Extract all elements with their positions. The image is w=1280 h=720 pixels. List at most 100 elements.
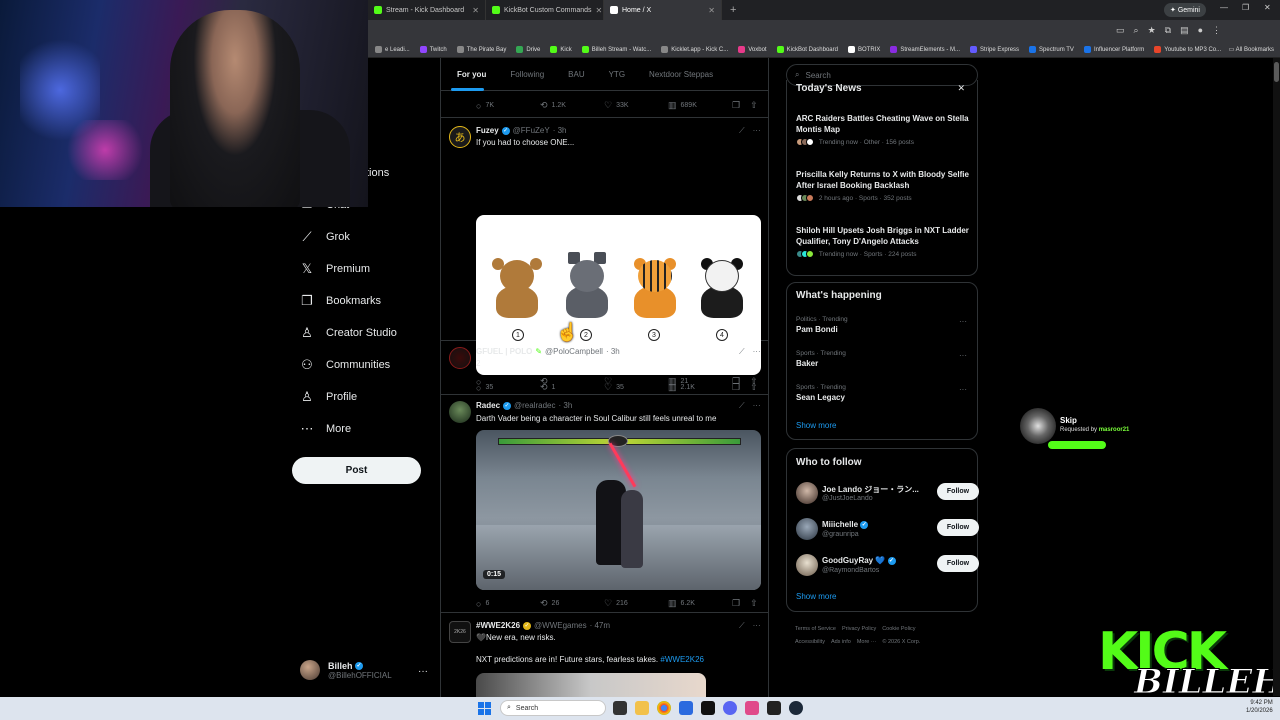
bookmark-item[interactable]: Twitch — [415, 46, 452, 53]
browser-tab-kickbot-commands[interactable]: KickBot Custom Commands ✕ — [486, 0, 604, 20]
bookmark-item[interactable]: KickBot Dashboard — [772, 46, 843, 53]
grok-icon[interactable]: ⟋ — [739, 126, 745, 136]
windows-start-icon[interactable] — [478, 702, 491, 715]
news-item[interactable]: ARC Raiders Battles Cheating Wave on Ste… — [796, 113, 974, 146]
scrollbar-thumb[interactable] — [1274, 62, 1279, 82]
bookmark-item[interactable]: StreamElements - M... — [885, 46, 965, 53]
grok-icon[interactable]: ⟋ — [739, 401, 745, 411]
zoom-icon[interactable]: ⌕ — [1134, 25, 1139, 36]
tweet-polo[interactable]: GFUEL | POLO ✎ @PoloCampbell · 3h ⟋ ··· 2… — [441, 341, 768, 395]
bookmark-item[interactable]: The Pirate Bay — [452, 46, 512, 53]
like-button[interactable]: ♡ — [604, 376, 668, 387]
tab-for-you[interactable]: For you — [441, 58, 494, 91]
minimize-icon[interactable]: — — [1220, 3, 1228, 12]
nav-grok[interactable]: ⟋ Grok — [300, 229, 349, 244]
taskbar-clock[interactable]: 9:42 PM 1/20/2026 — [1246, 699, 1273, 715]
steam-icon[interactable] — [789, 701, 803, 715]
nav-more[interactable]: ⋯ More — [300, 421, 352, 436]
grok-icon[interactable]: ⟋ — [739, 621, 745, 631]
tweet-wwe2k26[interactable]: 2K26 #WWE2K26 ✓ @WWEgames · 47m ⟋ ··· 🖤Ne… — [441, 613, 768, 698]
bookmark-item[interactable]: BOTRIX — [843, 46, 885, 53]
follow-suggestion[interactable]: Joe Lando ジョー・ラン... @JustJoeLando Follow — [796, 482, 979, 506]
scrollbar[interactable] — [1273, 58, 1280, 696]
bookmark-item[interactable]: Youtube to MP3 Co... — [1149, 46, 1226, 53]
bookmark-item[interactable]: Billeh Stream - Watc... — [577, 46, 656, 53]
nav-bookmarks[interactable]: ❐ Bookmarks — [300, 293, 381, 308]
more-options-icon[interactable]: ··· — [753, 347, 761, 357]
share-button[interactable]: ⇧ — [750, 376, 758, 387]
follow-suggestion[interactable]: GoodGuyRay 💙 ✓ @RaymondBartos Follow — [796, 554, 979, 578]
news-item[interactable]: Shiloh Hill Upsets Josh Briggs in NXT La… — [796, 225, 974, 258]
bookmark-item[interactable]: Stripe Express — [965, 46, 1024, 53]
bookmark-button[interactable]: ❐ — [732, 598, 740, 609]
chrome-icon[interactable] — [657, 701, 671, 715]
close-icon[interactable]: ✕ — [957, 83, 965, 94]
like-button[interactable]: ♡ 33K — [604, 100, 668, 111]
all-bookmarks-button[interactable]: ▭ All Bookmarks — [1229, 46, 1274, 53]
share-button[interactable]: ⇧ — [750, 598, 758, 609]
more-options-icon[interactable]: ··· — [753, 401, 761, 411]
app-icon[interactable] — [679, 701, 693, 715]
reply-button[interactable]: ○ 7K — [476, 101, 540, 111]
close-window-icon[interactable]: ✕ — [1264, 3, 1271, 12]
tweet-fuzey[interactable]: あ Fuzey ✓ @FFuZeY · 3h ⟋ ··· If you had t… — [441, 118, 768, 393]
reply-button[interactable]: ○ — [476, 377, 540, 387]
nav-creator-studio[interactable]: ♙ Creator Studio — [300, 325, 397, 340]
bookmark-item[interactable]: Kick — [545, 46, 576, 53]
nav-profile[interactable]: ♙ Profile — [300, 389, 357, 404]
more-options-icon[interactable]: ··· — [753, 621, 761, 631]
follow-button[interactable]: Follow — [937, 519, 979, 536]
menu-icon[interactable]: ⋮ — [1212, 25, 1221, 36]
account-switcher[interactable]: Billeh ✓ @BillehOFFICIAL — [300, 660, 392, 680]
sidebar-icon[interactable]: ▤ — [1180, 25, 1189, 36]
tweet-image[interactable] — [476, 673, 706, 698]
tab-following[interactable]: Following — [502, 58, 552, 91]
more-options-icon[interactable]: ··· — [959, 317, 967, 326]
terminal-icon[interactable] — [767, 701, 781, 715]
new-tab-icon[interactable]: + — [722, 4, 744, 16]
cast-icon[interactable]: ▭ — [1116, 25, 1125, 36]
follow-suggestion[interactable]: Miiichelle ✓ @graunripa Follow — [796, 518, 979, 542]
follow-button[interactable]: Follow — [937, 555, 979, 572]
tweet-radec[interactable]: Radec ✓ @realradec · 3h ⟋ ··· Darth Vader… — [441, 395, 768, 613]
repost-button[interactable]: ⟲ 1.2K — [540, 100, 604, 111]
trend-item[interactable]: Sports · Trending Sean Legacy — [796, 384, 974, 402]
repost-button[interactable]: ⟲ — [540, 376, 604, 387]
tab-nextdoor-steppas[interactable]: Nextdoor Steppas — [641, 58, 721, 91]
follow-button[interactable]: Follow — [937, 483, 979, 500]
views-button[interactable]: ▥ 21 — [668, 376, 732, 387]
more-options-icon[interactable]: ··· — [959, 351, 967, 360]
taskbar-search-input[interactable]: ⌕ Search — [500, 700, 606, 716]
reply-button[interactable]: ○ 6 — [476, 599, 540, 609]
more-options-icon[interactable]: ··· — [753, 126, 761, 136]
tweet-video[interactable]: 0:15 — [476, 430, 761, 590]
show-more-link[interactable]: Show more — [796, 421, 836, 430]
views-button[interactable]: ▥ 689K — [668, 100, 732, 111]
trend-item[interactable]: Sports · Trending Baker — [796, 350, 974, 368]
extensions-icon[interactable]: ⧉ — [1165, 25, 1171, 36]
bookmark-item[interactable]: Voxbot — [733, 46, 771, 53]
app-icon[interactable] — [745, 701, 759, 715]
bookmark-item[interactable]: Kicklet.app - Kick C... — [656, 46, 733, 53]
close-tab-icon[interactable]: ✕ — [472, 6, 479, 15]
avatar[interactable] — [449, 401, 471, 423]
share-button[interactable]: ⇧ — [750, 100, 758, 111]
nav-communities[interactable]: ⚇ Communities — [300, 357, 390, 372]
bookmark-star-icon[interactable]: ★ — [1148, 25, 1156, 36]
tab-bau[interactable]: BAU — [560, 58, 592, 91]
file-explorer-icon[interactable] — [635, 701, 649, 715]
avatar[interactable]: 2K26 — [449, 621, 471, 643]
close-tab-icon[interactable]: ✕ — [596, 6, 603, 15]
close-tab-icon[interactable]: ✕ — [708, 6, 715, 15]
task-view-icon[interactable] — [613, 701, 627, 715]
grok-icon[interactable]: ⟋ — [739, 347, 745, 357]
avatar[interactable]: あ — [449, 126, 471, 148]
bookmark-item[interactable]: Influencer Platform — [1079, 46, 1149, 53]
bookmark-item[interactable]: e Leadi... — [370, 46, 415, 53]
news-item[interactable]: Priscilla Kelly Returns to X with Bloody… — [796, 169, 974, 202]
bookmark-item[interactable]: Spectrum TV — [1024, 46, 1079, 53]
trend-item[interactable]: Politics · Trending Pam Bondi — [796, 316, 974, 334]
tab-ytg[interactable]: YTG — [601, 58, 633, 91]
maximize-icon[interactable]: ❐ — [1242, 3, 1249, 12]
gemini-button[interactable]: ✦ Gemini — [1164, 3, 1206, 17]
